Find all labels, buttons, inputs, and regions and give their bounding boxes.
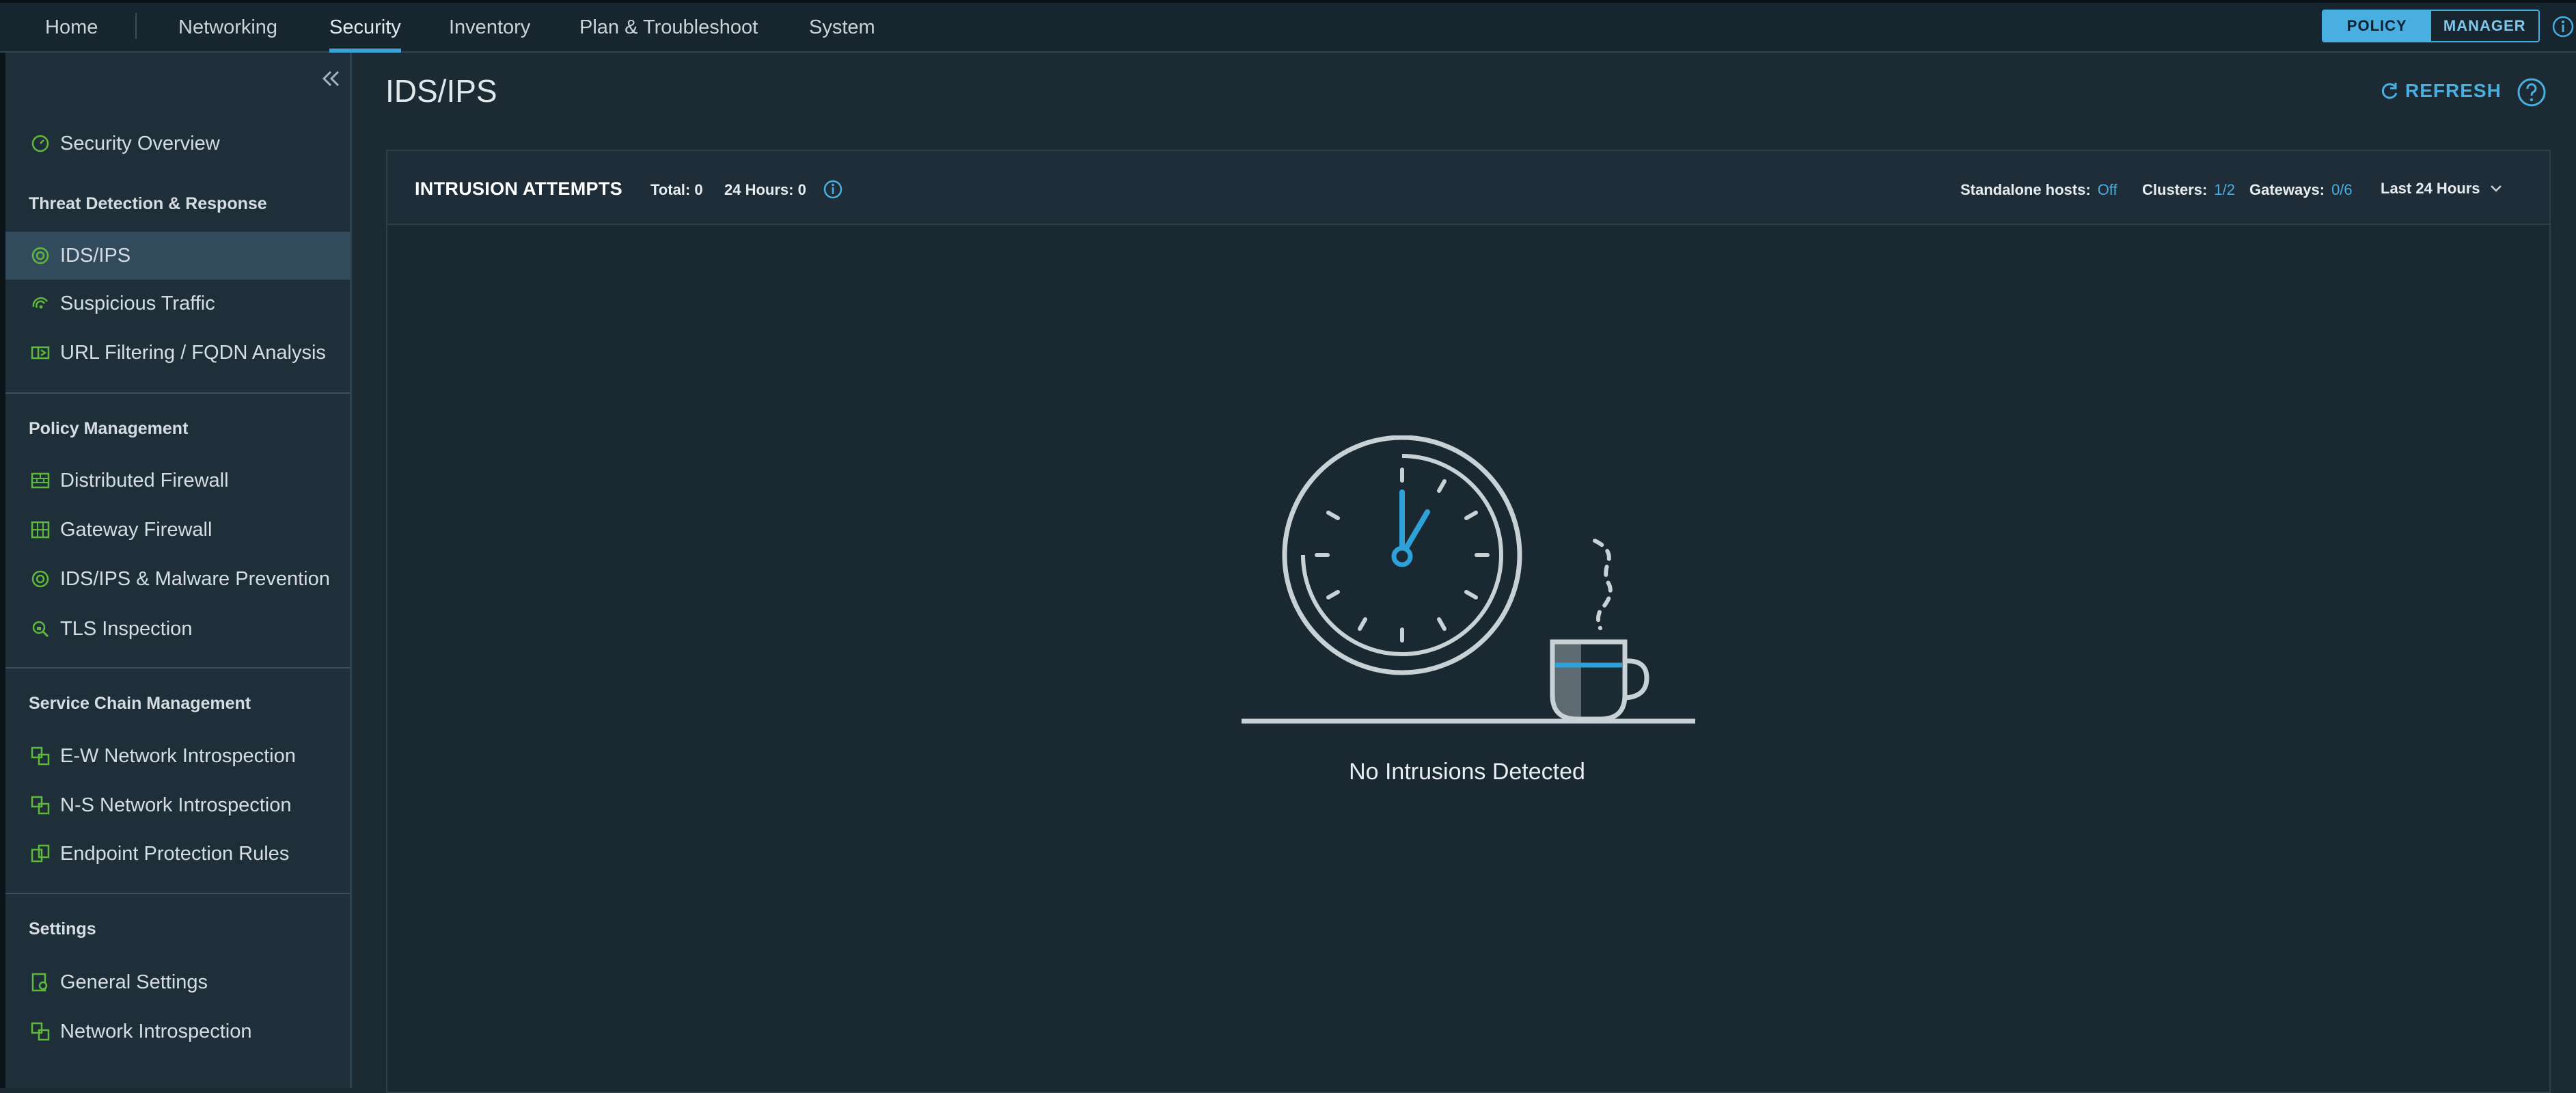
sidebar-item-tls-inspection[interactable]: TLS Inspection [5, 605, 350, 653]
clusters-label: Clusters: [2142, 181, 2208, 198]
nav-networking[interactable]: Networking [178, 0, 277, 53]
gateways-status: Gateways: 0/6 [2249, 181, 2353, 199]
sidebar-item-label: Endpoint Protection Rules [60, 842, 290, 865]
standalone-hosts-label: Standalone hosts: [1960, 181, 2091, 198]
clusters-status: Clusters: 1/2 [2142, 181, 2235, 199]
refresh-button[interactable]: REFRESH [2379, 80, 2502, 102]
sidebar-item-endpoint-protection-rules[interactable]: Endpoint Protection Rules [5, 830, 350, 878]
gauge-icon [31, 135, 49, 152]
panel-title: INTRUSION ATTEMPTS [415, 178, 622, 199]
top-navigation-bar: Home Networking Security Inventory Plan … [0, 0, 2576, 53]
refresh-icon [2381, 83, 2398, 99]
sidebar-divider [5, 392, 350, 394]
panel-header: INTRUSION ATTEMPTS Total: 0 24 Hours: 0 … [387, 151, 2549, 225]
sidebar-divider [5, 667, 350, 669]
firewall-icon [31, 472, 50, 489]
sidebar-item-ew-network-introspection[interactable]: E-W Network Introspection [5, 732, 350, 780]
sidebar-item-ns-network-introspection[interactable]: N-S Network Introspection [5, 781, 350, 829]
nav-home[interactable]: Home [45, 0, 98, 53]
collapse-sidebar-icon[interactable] [317, 66, 344, 91]
section-header-threat-detection: Threat Detection & Response [29, 194, 267, 213]
gateway-firewall-icon [31, 521, 50, 539]
sidebar-item-security-overview[interactable]: Security Overview [5, 120, 350, 167]
mode-toggle: POLICY MANAGER [2322, 10, 2540, 42]
nav-inventory[interactable]: Inventory [449, 0, 530, 53]
sidebar-item-gateway-firewall[interactable]: Gateway Firewall [5, 506, 350, 554]
sidebar-item-label: General Settings [60, 971, 208, 993]
sidebar-item-suspicious-traffic[interactable]: Suspicious Traffic [5, 280, 350, 327]
introspection-icon [31, 1022, 50, 1041]
last-24h-count: 24 Hours: 0 [724, 181, 806, 198]
nav-security[interactable]: Security [329, 0, 401, 53]
info-icon[interactable] [2551, 15, 2575, 38]
sidebar: Security Overview Threat Detection & Res… [0, 53, 352, 1088]
section-header-policy-management: Policy Management [29, 419, 189, 438]
sidebar-item-label: Suspicious Traffic [60, 292, 215, 314]
page-title: IDS/IPS [385, 73, 497, 109]
clusters-value[interactable]: 1/2 [2214, 181, 2235, 198]
sidebar-item-label: Network Introspection [60, 1020, 252, 1042]
sidebar-item-label: Gateway Firewall [60, 518, 213, 541]
standalone-hosts-value[interactable]: Off [2098, 181, 2118, 198]
sidebar-divider [5, 893, 350, 894]
sidebar-item-label: IDS/IPS [60, 244, 131, 267]
refresh-label: REFRESH [2405, 80, 2502, 101]
sidebar-item-label: Security Overview [60, 132, 220, 154]
target-icon [31, 247, 49, 265]
time-range-dropdown[interactable]: Last 24 Hours [2381, 180, 2502, 198]
target-icon [31, 570, 49, 588]
empty-state-message: No Intrusions Detected [1349, 759, 1585, 785]
nav-system[interactable]: System [809, 0, 875, 53]
section-header-service-chain: Service Chain Management [29, 694, 251, 713]
endpoint-icon [31, 844, 50, 863]
sidebar-item-label: Distributed Firewall [60, 469, 229, 491]
settings-doc-icon [31, 973, 48, 992]
sidebar-item-label: URL Filtering / FQDN Analysis [60, 341, 326, 364]
nav-plan-troubleshoot[interactable]: Plan & Troubleshoot [579, 0, 758, 53]
sidebar-item-label: E-W Network Introspection [60, 744, 296, 767]
manager-mode-button[interactable]: MANAGER [2430, 11, 2538, 41]
help-icon[interactable] [2517, 77, 2547, 107]
tls-inspect-icon [32, 621, 49, 638]
standalone-hosts-status: Standalone hosts: Off [1960, 181, 2118, 199]
policy-mode-button[interactable]: POLICY [2323, 11, 2431, 41]
introspection-icon [31, 746, 50, 766]
gateways-label: Gateways: [2249, 181, 2325, 198]
sidebar-item-general-settings[interactable]: General Settings [5, 958, 350, 1006]
info-icon[interactable] [823, 179, 843, 200]
radar-icon [32, 297, 49, 309]
sidebar-item-label: TLS Inspection [60, 617, 193, 640]
gateways-value[interactable]: 0/6 [2331, 181, 2353, 198]
sidebar-item-label: IDS/IPS & Malware Prevention [60, 567, 330, 590]
introspection-icon [31, 796, 50, 815]
sidebar-item-url-filtering[interactable]: URL Filtering / FQDN Analysis [5, 329, 350, 377]
sidebar-item-network-introspection[interactable]: Network Introspection [5, 1008, 350, 1055]
sidebar-item-ids-ips[interactable]: IDS/IPS [5, 232, 350, 280]
url-filter-icon [31, 346, 50, 360]
sidebar-item-label: N-S Network Introspection [60, 794, 292, 816]
sidebar-item-distributed-firewall[interactable]: Distributed Firewall [5, 457, 350, 504]
sidebar-item-ids-ips-malware-prevention[interactable]: IDS/IPS & Malware Prevention [5, 555, 350, 603]
section-header-settings: Settings [29, 919, 96, 939]
total-count: Total: 0 [650, 181, 703, 198]
nav-divider [135, 13, 137, 39]
clock-and-coffee-illustration [1242, 435, 1695, 724]
time-range-label: Last 24 Hours [2381, 180, 2480, 197]
sidebar-edge [0, 53, 5, 1088]
chevron-down-icon [2490, 185, 2502, 192]
